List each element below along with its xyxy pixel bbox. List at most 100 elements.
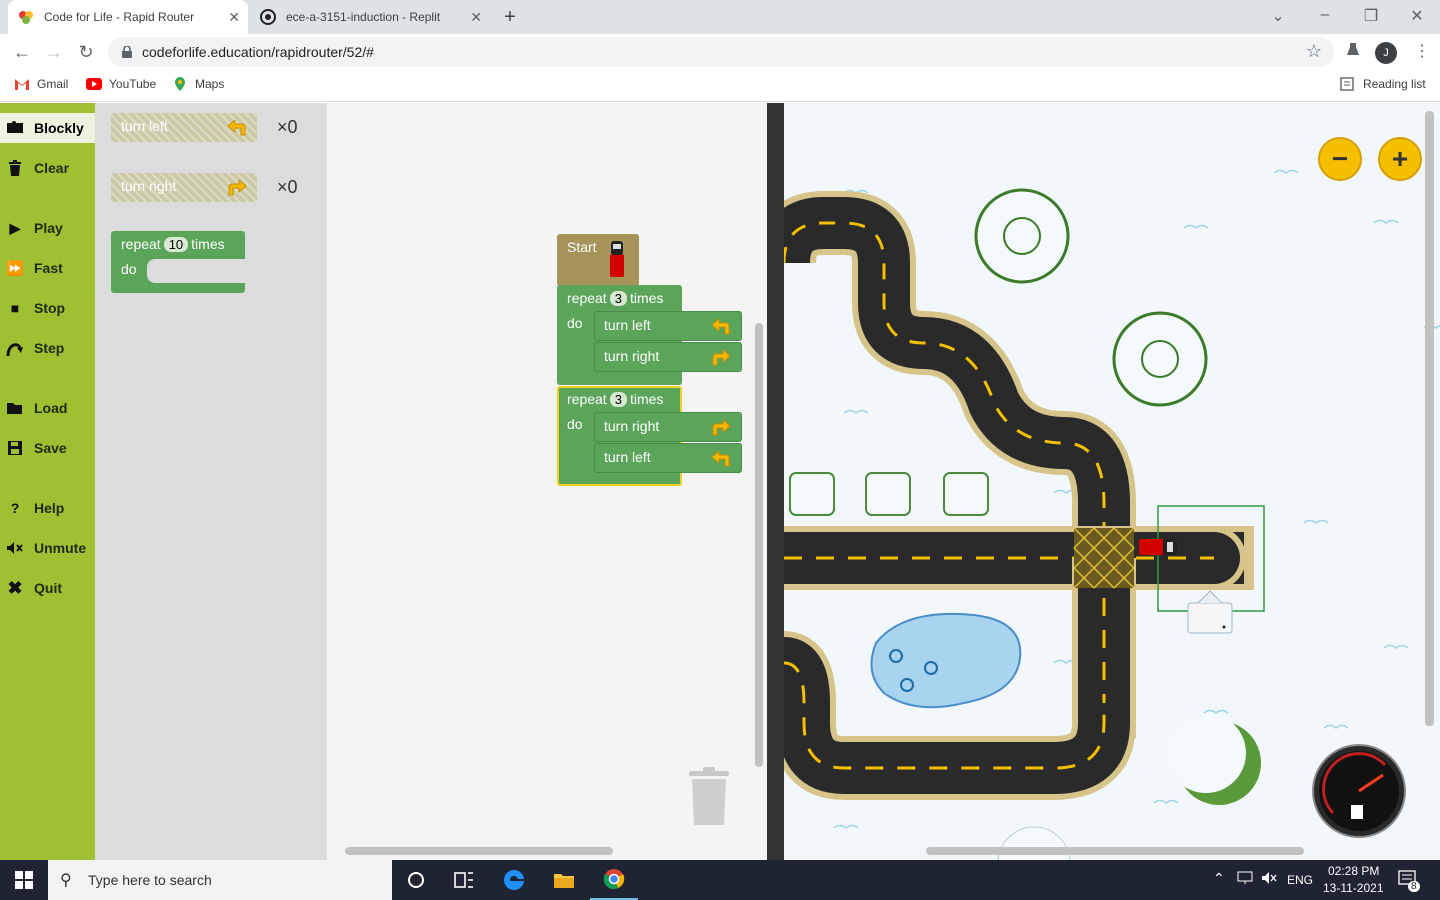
- turn-left-arrow-icon: [711, 449, 731, 467]
- reading-list-button[interactable]: Reading list: [1340, 77, 1426, 91]
- bookmark-label: Maps: [195, 77, 225, 91]
- panel-divider[interactable]: [767, 103, 784, 860]
- maps-pin-icon: [172, 77, 188, 91]
- block-toolbox: turn left ×0 turn right ×0 repeat 10 times…: [95, 103, 327, 860]
- turn-right-arrow-icon: [227, 178, 247, 196]
- toolbox-turn-right-block[interactable]: turn right: [111, 173, 257, 202]
- sidebar-item-play[interactable]: ▶ Play: [0, 213, 95, 243]
- sidebar-item-fast[interactable]: ⏩ Fast: [0, 253, 95, 283]
- tab-search-icon[interactable]: ⌄: [1263, 6, 1293, 26]
- rapid-router-app: Blockly Clear ▶ Play ⏩ Fast ■ Stop Step: [0, 103, 1440, 860]
- sidebar-item-label: Stop: [34, 300, 66, 316]
- edge-icon[interactable]: [490, 860, 538, 900]
- forward-icon[interactable]: →: [42, 40, 66, 64]
- zoom-out-button[interactable]: −: [1318, 137, 1362, 181]
- profile-avatar[interactable]: J: [1375, 42, 1397, 64]
- sidebar-item-unmute[interactable]: Unmute: [0, 533, 95, 563]
- start-button[interactable]: [0, 860, 48, 900]
- fast-forward-icon: ⏩: [6, 259, 24, 276]
- new-tab-button[interactable]: +: [498, 5, 522, 29]
- step-icon: [6, 339, 24, 357]
- sidebar-item-label: Blockly: [34, 120, 84, 136]
- close-window-icon[interactable]: ✕: [1402, 6, 1432, 26]
- sidebar-item-help[interactable]: ? Help: [0, 493, 95, 523]
- map-vertical-scrollbar[interactable]: [1425, 111, 1434, 726]
- blockly-workspace[interactable]: Start repeat 3 times do turn left turn rig…: [327, 103, 767, 860]
- repeat-count-field[interactable]: 3: [609, 392, 627, 407]
- reload-icon[interactable]: ↻: [74, 40, 98, 64]
- task-view-icon[interactable]: [440, 860, 488, 900]
- repeat-count-field[interactable]: 10: [163, 237, 189, 252]
- language-indicator[interactable]: ENG: [1287, 873, 1313, 887]
- repeat-label: repeat 3 times: [567, 290, 664, 306]
- address-bar[interactable]: codeforlife.education/rapidrouter/52/# ☆: [108, 37, 1334, 67]
- do-label: do: [121, 261, 137, 277]
- turn-left-block[interactable]: turn left: [594, 443, 742, 473]
- close-tab-icon[interactable]: ✕: [228, 9, 240, 26]
- network-icon[interactable]: [1237, 871, 1253, 888]
- trash-icon: [6, 159, 24, 177]
- reading-list-icon: [1340, 77, 1356, 91]
- repeat-label: repeat 3 times: [567, 391, 664, 407]
- taskbar-search-box[interactable]: ⚲ Type here to search: [48, 860, 392, 900]
- clock-time[interactable]: 02:28 PM: [1328, 864, 1379, 878]
- workspace-vertical-scrollbar[interactable]: [755, 323, 763, 767]
- save-icon: [6, 439, 24, 457]
- sidebar-item-quit[interactable]: ✖ Quit: [0, 573, 95, 603]
- van-icon: [609, 240, 625, 278]
- search-placeholder: Type here to search: [88, 872, 212, 888]
- sidebar-item-save[interactable]: Save: [0, 433, 95, 463]
- bookmark-star-icon[interactable]: ☆: [1306, 41, 1322, 62]
- do-label: do: [567, 315, 583, 331]
- chrome-icon[interactable]: [590, 860, 638, 900]
- url-text: codeforlife.education/rapidrouter/52/#: [142, 44, 374, 60]
- sidebar-item-stop[interactable]: ■ Stop: [0, 293, 95, 323]
- zoom-in-button[interactable]: +: [1378, 137, 1422, 181]
- sidebar-item-step[interactable]: Step: [0, 333, 95, 363]
- bookmark-label: YouTube: [109, 77, 157, 91]
- repeat-label: repeat 10 times: [121, 236, 225, 252]
- sidebar-item-clear[interactable]: Clear: [0, 153, 95, 183]
- toolbox-repeat-block[interactable]: repeat 10 times do: [111, 231, 245, 293]
- turn-right-block[interactable]: turn right: [594, 342, 742, 372]
- youtube-icon: [86, 77, 102, 91]
- notification-count-badge: 8: [1408, 881, 1420, 892]
- cortana-icon[interactable]: [392, 860, 440, 900]
- workspace-horizontal-scrollbar[interactable]: [345, 847, 613, 855]
- block-label: turn right: [604, 418, 660, 434]
- turn-right-arrow-icon: [711, 418, 731, 436]
- start-label: Start: [567, 239, 597, 255]
- extensions-icon[interactable]: [1345, 41, 1361, 62]
- tab-rapid-router[interactable]: Code for Life - Rapid Router ✕: [8, 0, 248, 34]
- bookmark-maps[interactable]: Maps: [172, 77, 224, 91]
- bookmark-gmail[interactable]: Gmail: [14, 77, 68, 91]
- map-horizontal-scrollbar[interactable]: [926, 847, 1304, 855]
- gmail-icon: [14, 77, 30, 91]
- bookmark-youtube[interactable]: YouTube: [86, 77, 156, 91]
- restore-icon[interactable]: ❐: [1356, 6, 1386, 26]
- repeat-count-field[interactable]: 3: [609, 291, 627, 306]
- block-label: turn left: [604, 317, 651, 333]
- sidebar-item-load[interactable]: Load: [0, 393, 95, 423]
- file-explorer-icon[interactable]: [540, 860, 588, 900]
- turn-right-block[interactable]: turn right: [594, 412, 742, 442]
- tab-replit[interactable]: ece-a-3151-induction - Replit ✕: [250, 0, 490, 34]
- start-block[interactable]: Start: [557, 234, 639, 286]
- clock-date[interactable]: 13-11-2021: [1323, 881, 1384, 895]
- menu-icon[interactable]: ⋮: [1414, 41, 1430, 61]
- toolbox-turn-left-block[interactable]: turn left: [111, 113, 257, 142]
- turn-left-block[interactable]: turn left: [594, 311, 742, 341]
- sidebar-item-label: Load: [34, 400, 68, 416]
- volume-muted-icon[interactable]: [1261, 871, 1277, 888]
- sidebar-item-label: Play: [34, 220, 63, 236]
- back-icon[interactable]: ←: [10, 40, 34, 64]
- tray-chevron-icon[interactable]: ⌃: [1213, 870, 1225, 887]
- workspace-trash-icon[interactable]: [687, 767, 731, 827]
- search-icon: ⚲: [60, 872, 72, 889]
- speaker-muted-icon: [6, 539, 24, 557]
- puzzle-icon: [6, 119, 24, 137]
- sidebar-item-blockly[interactable]: Blockly: [0, 113, 95, 143]
- block-label: turn left: [604, 449, 651, 465]
- close-tab-icon[interactable]: ✕: [470, 9, 482, 26]
- minimize-icon[interactable]: –: [1310, 6, 1340, 24]
